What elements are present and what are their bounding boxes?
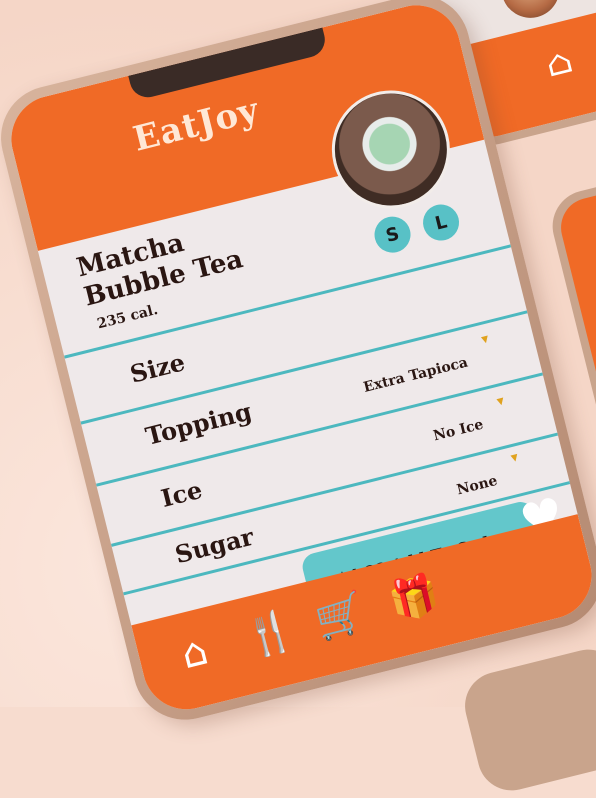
drink-thumbnail bbox=[495, 0, 566, 24]
option-value-topping[interactable]: Extra Tapioca bbox=[362, 354, 470, 395]
option-value-ice[interactable]: No Ice bbox=[432, 417, 485, 445]
size-option-l[interactable]: L bbox=[419, 200, 463, 245]
chevron-down-icon[interactable]: ▾ bbox=[509, 449, 520, 466]
option-value-sugar[interactable]: None bbox=[455, 473, 499, 499]
fork-knife-icon[interactable]: 🍴 bbox=[241, 606, 300, 663]
house-icon[interactable]: ⌂ bbox=[177, 628, 213, 679]
chevron-down-icon[interactable]: ▾ bbox=[495, 393, 506, 410]
size-option-s[interactable]: S bbox=[370, 212, 415, 257]
option-label-ice[interactable]: Ice bbox=[158, 475, 205, 513]
chevron-down-icon[interactable]: ▾ bbox=[480, 331, 491, 348]
drink-name: Matcha Bubble Tea bbox=[73, 227, 246, 313]
option-label-size[interactable]: Size bbox=[127, 347, 188, 389]
house-icon: ⌂ bbox=[541, 40, 577, 86]
size-options: S L bbox=[370, 200, 463, 257]
app-brand: EatJoy bbox=[129, 89, 264, 160]
cart-icon[interactable]: 🛒 bbox=[311, 588, 370, 645]
gift-icon[interactable]: 🎁 bbox=[384, 570, 443, 627]
